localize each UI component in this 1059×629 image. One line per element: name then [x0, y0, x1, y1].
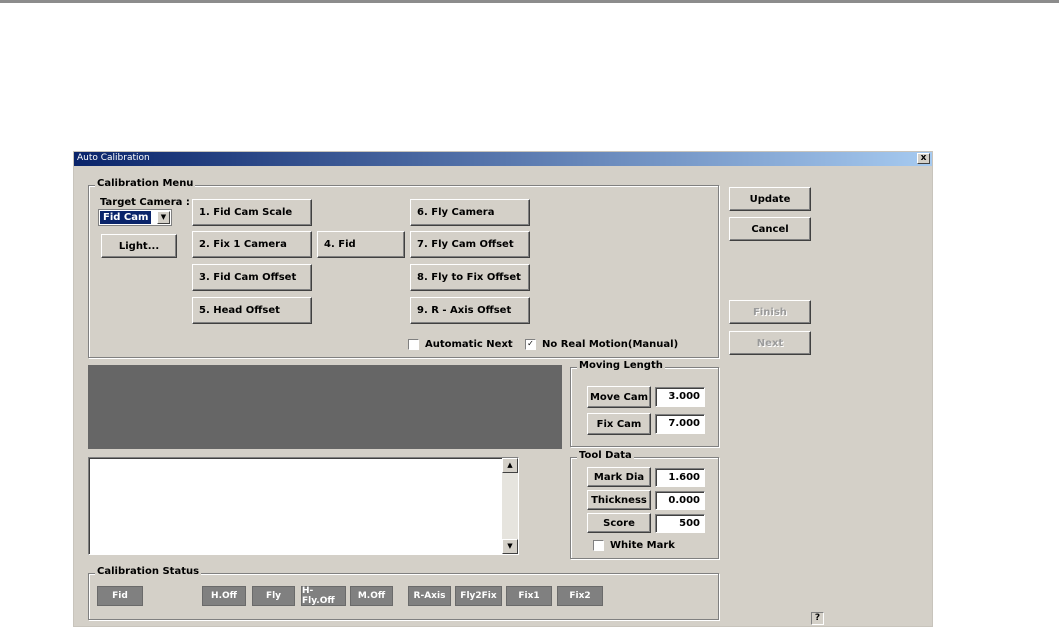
status-m-off: M.Off: [350, 586, 393, 606]
status-fly2fix: Fly2Fix: [455, 586, 502, 606]
step-fly-camera-button[interactable]: 6. Fly Camera: [410, 199, 530, 226]
checkbox-box[interactable]: [593, 540, 604, 551]
mark-dia-button[interactable]: Mark Dia: [587, 467, 651, 487]
status-fly: Fly: [252, 586, 295, 606]
white-mark-label: White Mark: [610, 540, 675, 551]
automatic-next-checkbox[interactable]: Automatic Next: [408, 339, 513, 350]
step-fly-cam-offset-button[interactable]: 7. Fly Cam Offset: [410, 231, 530, 258]
help-icon[interactable]: ?: [811, 612, 824, 625]
cancel-button[interactable]: Cancel: [729, 217, 811, 241]
step-head-offset-button[interactable]: 5. Head Offset: [192, 297, 312, 324]
moving-length-legend: Moving Length: [577, 360, 665, 371]
top-divider: [0, 0, 1059, 3]
camera-view: [88, 365, 562, 449]
auto-calibration-window: Auto Calibration x Calibration Menu Targ…: [73, 151, 933, 627]
mark-dia-field[interactable]: 1.600: [655, 468, 705, 487]
check-mark-icon[interactable]: ✓: [525, 339, 536, 350]
thickness-button[interactable]: Thickness: [587, 490, 651, 510]
target-camera-value: Fid Cam: [100, 211, 152, 224]
status-h-fly-off: H-Fly.Off: [301, 586, 346, 606]
calibration-status-legend: Calibration Status: [95, 566, 202, 577]
step-fly-to-fix-offset-button[interactable]: 8. Fly to Fix Offset: [410, 264, 530, 291]
step-fid-button[interactable]: 4. Fid: [317, 231, 405, 258]
window-title: Auto Calibration: [77, 153, 150, 163]
step-r-axis-offset-button[interactable]: 9. R - Axis Offset: [410, 297, 530, 324]
moving-length-group: Moving Length Move Cam 3.000 Fix Cam 7.0…: [570, 360, 719, 447]
score-field[interactable]: 500: [655, 514, 705, 533]
fix-cam-button[interactable]: Fix Cam: [587, 413, 651, 435]
no-real-motion-checkbox[interactable]: ✓ No Real Motion(Manual): [525, 339, 678, 350]
status-fix2: Fix2: [557, 586, 603, 606]
log-text-area[interactable]: ▲ ▼: [88, 457, 519, 555]
title-bar[interactable]: Auto Calibration x: [74, 152, 932, 166]
white-mark-checkbox[interactable]: White Mark: [593, 540, 675, 551]
no-real-motion-label: No Real Motion(Manual): [542, 339, 679, 350]
calibration-status-group: Calibration Status Fid H.Off Fly H-Fly.O…: [88, 566, 719, 620]
target-camera-label: Target Camera :: [100, 197, 190, 208]
step-fid-cam-offset-button[interactable]: 3. Fid Cam Offset: [192, 264, 312, 291]
calibration-menu-legend: Calibration Menu: [95, 178, 196, 189]
automatic-next-label: Automatic Next: [425, 339, 513, 350]
scroll-down-icon[interactable]: ▼: [502, 539, 518, 554]
step-fid-cam-scale-button[interactable]: 1. Fid Cam Scale: [192, 199, 312, 226]
light-button[interactable]: Light...: [101, 234, 177, 258]
thickness-field[interactable]: 0.000: [655, 491, 705, 510]
scroll-up-icon[interactable]: ▲: [502, 458, 518, 473]
calibration-menu-group: Calibration Menu Target Camera : Fid Cam…: [88, 178, 719, 358]
checkbox-box[interactable]: [408, 339, 419, 350]
tool-data-legend: Tool Data: [577, 450, 634, 461]
log-scrollbar[interactable]: ▲ ▼: [502, 458, 518, 554]
move-cam-field[interactable]: 3.000: [655, 387, 705, 407]
tool-data-group: Tool Data Mark Dia 1.600 Thickness 0.000…: [570, 450, 719, 559]
chevron-down-icon[interactable]: ▼: [157, 211, 170, 224]
step-fix1-camera-button[interactable]: 2. Fix 1 Camera: [192, 231, 312, 258]
target-camera-select[interactable]: Fid Cam ▼: [98, 209, 172, 226]
score-button[interactable]: Score: [587, 513, 651, 533]
status-fid: Fid: [97, 586, 143, 606]
status-h-off: H.Off: [202, 586, 246, 606]
update-button[interactable]: Update: [729, 187, 811, 211]
close-icon[interactable]: x: [917, 153, 930, 164]
status-fix1: Fix1: [506, 586, 552, 606]
status-r-axis: R-Axis: [408, 586, 451, 606]
finish-button[interactable]: Finish: [729, 300, 811, 324]
next-button[interactable]: Next: [729, 331, 811, 355]
fix-cam-field[interactable]: 7.000: [655, 414, 705, 434]
move-cam-button[interactable]: Move Cam: [587, 386, 651, 408]
